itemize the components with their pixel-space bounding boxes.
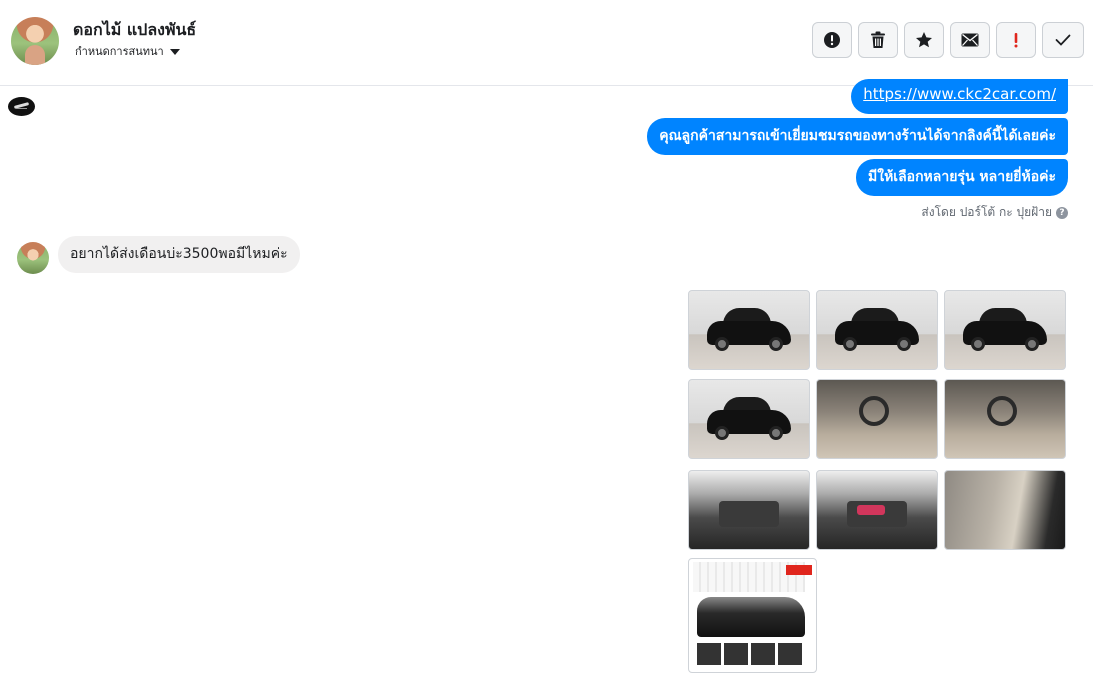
- trash-icon: [871, 31, 885, 48]
- sent-by-label: ส่งโดย ปอร์โต้ กะ ปุยฝ้าย: [921, 205, 1052, 219]
- car-photo-thumbnail[interactable]: [688, 290, 810, 370]
- car-photo-thumbnail[interactable]: [816, 379, 938, 459]
- conversation-view: ดอกไม้ แปลงพันธ์ กำหนดการสนทนา https://w…: [0, 0, 1093, 682]
- conversation-toolbar: [812, 22, 1084, 58]
- checkmark-icon: [1055, 34, 1071, 46]
- contact-avatar[interactable]: [11, 17, 59, 65]
- outgoing-message[interactable]: คุณลูกค้าสามารถเข้าเยี่ยมชมรถของทางร้านไ…: [647, 118, 1068, 155]
- contact-avatar-small: [17, 242, 49, 274]
- incoming-message[interactable]: อยากได้ส่งเดือนบ่ะ3500พอมีไหมค่ะ: [58, 236, 300, 273]
- assign-conversation-label: กำหนดการสนทนา: [75, 45, 164, 58]
- car-photo-thumbnail[interactable]: [816, 470, 938, 550]
- outgoing-message[interactable]: https://www.ckc2car.com/: [851, 79, 1068, 114]
- sent-by-info: ส่งโดย ปอร์โต้ กะ ปุยฝ้าย ?: [921, 203, 1068, 222]
- car-photo-thumbnail[interactable]: [944, 470, 1066, 550]
- car-photo-thumbnail[interactable]: [944, 290, 1066, 370]
- mark-done-button[interactable]: [1042, 22, 1084, 58]
- car-photo-thumbnail[interactable]: [944, 379, 1066, 459]
- contact-name[interactable]: ดอกไม้ แปลงพันธ์: [73, 18, 196, 43]
- star-icon: [916, 32, 932, 48]
- mark-unread-button[interactable]: [950, 22, 990, 58]
- star-button[interactable]: [904, 22, 944, 58]
- page-logo-avatar: [8, 97, 35, 116]
- red-exclamation-icon: [1014, 33, 1018, 48]
- spam-button[interactable]: [812, 22, 852, 58]
- message-link[interactable]: https://www.ckc2car.com/: [863, 85, 1056, 103]
- car-photo-thumbnail[interactable]: [688, 379, 810, 459]
- follow-up-button[interactable]: [996, 22, 1036, 58]
- delete-button[interactable]: [858, 22, 898, 58]
- exclamation-circle-icon: [824, 32, 840, 48]
- car-photo-thumbnail[interactable]: [816, 290, 938, 370]
- car-photo-thumbnail[interactable]: [688, 470, 810, 550]
- envelope-icon: [961, 33, 979, 47]
- outgoing-message[interactable]: มีให้เลือกหลายรุ่น หลายยี่ห้อค่ะ: [856, 159, 1068, 196]
- help-icon[interactable]: ?: [1056, 206, 1068, 219]
- conversation-header: ดอกไม้ แปลงพันธ์ กำหนดการสนทนา: [0, 0, 1093, 86]
- caret-down-icon: [169, 49, 180, 55]
- car-sale-poster-thumbnail[interactable]: [688, 558, 817, 673]
- assign-conversation-dropdown[interactable]: กำหนดการสนทนา: [75, 42, 180, 60]
